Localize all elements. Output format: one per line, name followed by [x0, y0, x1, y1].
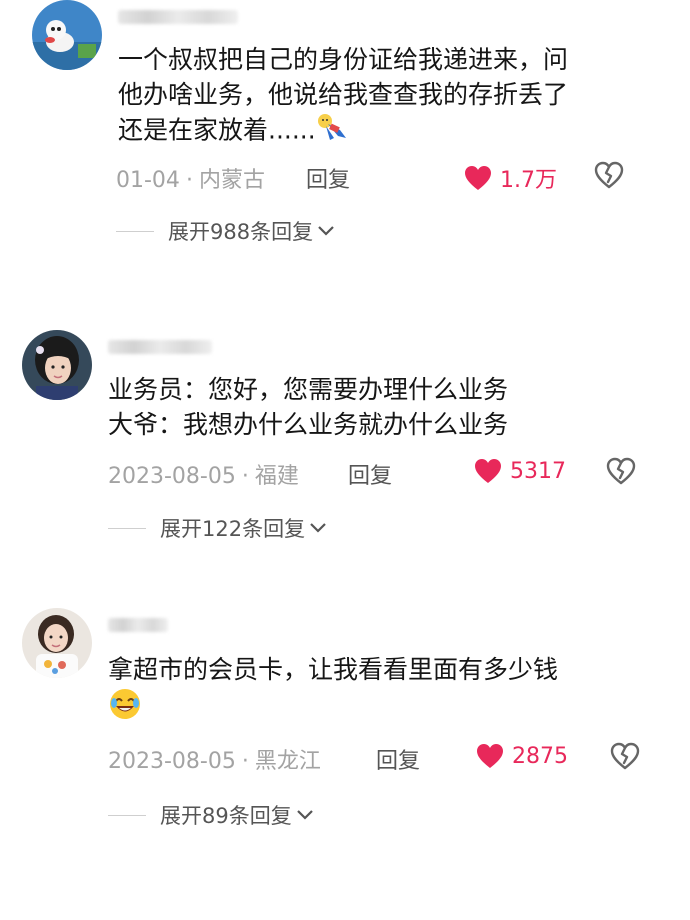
username-blurred[interactable]	[118, 10, 238, 24]
chevron-down-icon	[296, 810, 313, 820]
chevron-down-icon	[310, 523, 326, 533]
like-count: 5317	[510, 458, 566, 484]
comment-meta: 2023-08-05 · 福建	[108, 458, 299, 490]
expand-replies-button[interactable]: 展开89条回复	[108, 800, 314, 830]
reply-button[interactable]: 回复	[306, 162, 350, 194]
like-button[interactable]: 2875	[476, 743, 568, 769]
like-count: 2875	[512, 743, 568, 769]
chevron-down-icon	[318, 226, 334, 236]
comment-date: 2023-08-05	[108, 464, 236, 489]
heart-icon	[477, 744, 503, 768]
comment-line: 他办啥业务，他说给我查查我的存折丢了	[118, 80, 569, 109]
meta-separator: ·	[241, 749, 249, 774]
expand-replies-button[interactable]: 展开122条回复	[108, 513, 327, 543]
person-falling-icon	[316, 112, 350, 151]
comment-line: 业务员：您好，您需要办理什么业务	[108, 375, 509, 404]
expand-replies-button[interactable]: 展开988条回复	[116, 216, 335, 246]
heart-icon	[475, 459, 501, 483]
comment-line: 拿超市的会员卡，让我看看里面有多少钱	[108, 655, 559, 684]
comment-meta: 2023-08-05 · 黑龙江	[108, 743, 321, 775]
divider	[116, 230, 154, 232]
comment-location: 黑龙江	[254, 749, 321, 774]
comment-line: 还是在家放着......	[118, 115, 316, 145]
avatar[interactable]	[22, 330, 92, 400]
broken-heart-icon[interactable]	[606, 457, 636, 485]
broken-heart-icon[interactable]	[610, 742, 640, 770]
avatar[interactable]	[32, 0, 102, 70]
avatar[interactable]	[22, 608, 92, 678]
expand-replies-label: 展开89条回复	[160, 804, 292, 828]
comment-text: 一个叔叔把自己的身份证给我递进来，问 他办啥业务，他说给我查查我的存折丢了 还是…	[118, 42, 568, 151]
meta-separator: ·	[185, 168, 193, 193]
reply-button[interactable]: 回复	[348, 458, 392, 490]
comment-text: 拿超市的会员卡，让我看看里面有多少钱	[108, 652, 558, 730]
divider	[108, 814, 146, 816]
meta-separator: ·	[241, 464, 249, 489]
comment-text: 业务员：您好，您需要办理什么业务 大爷：我想办什么业务就办什么业务	[108, 372, 508, 442]
comment-location: 内蒙古	[198, 168, 265, 193]
comment-date: 2023-08-05	[108, 749, 236, 774]
username-blurred[interactable]	[108, 340, 212, 354]
reply-button[interactable]: 回复	[376, 743, 420, 775]
laughing-crying-emoji	[108, 687, 142, 730]
comment-line: 大爷：我想办什么业务就办什么业务	[108, 410, 509, 439]
broken-heart-icon[interactable]	[594, 161, 624, 189]
like-count: 1.7万	[500, 168, 557, 193]
expand-replies-label: 展开122条回复	[160, 517, 306, 541]
comment-meta: 01-04 · 内蒙古	[116, 162, 265, 194]
comment-line: 一个叔叔把自己的身份证给我递进来，问	[118, 45, 569, 74]
username-blurred[interactable]	[108, 618, 168, 632]
expand-replies-label: 展开988条回复	[168, 220, 314, 244]
divider	[108, 527, 146, 529]
comment-location: 福建	[254, 464, 299, 489]
like-button[interactable]: 1.7万	[464, 162, 557, 194]
heart-icon	[465, 166, 491, 190]
like-button[interactable]: 5317	[474, 458, 566, 484]
comment-date: 01-04	[116, 168, 180, 193]
